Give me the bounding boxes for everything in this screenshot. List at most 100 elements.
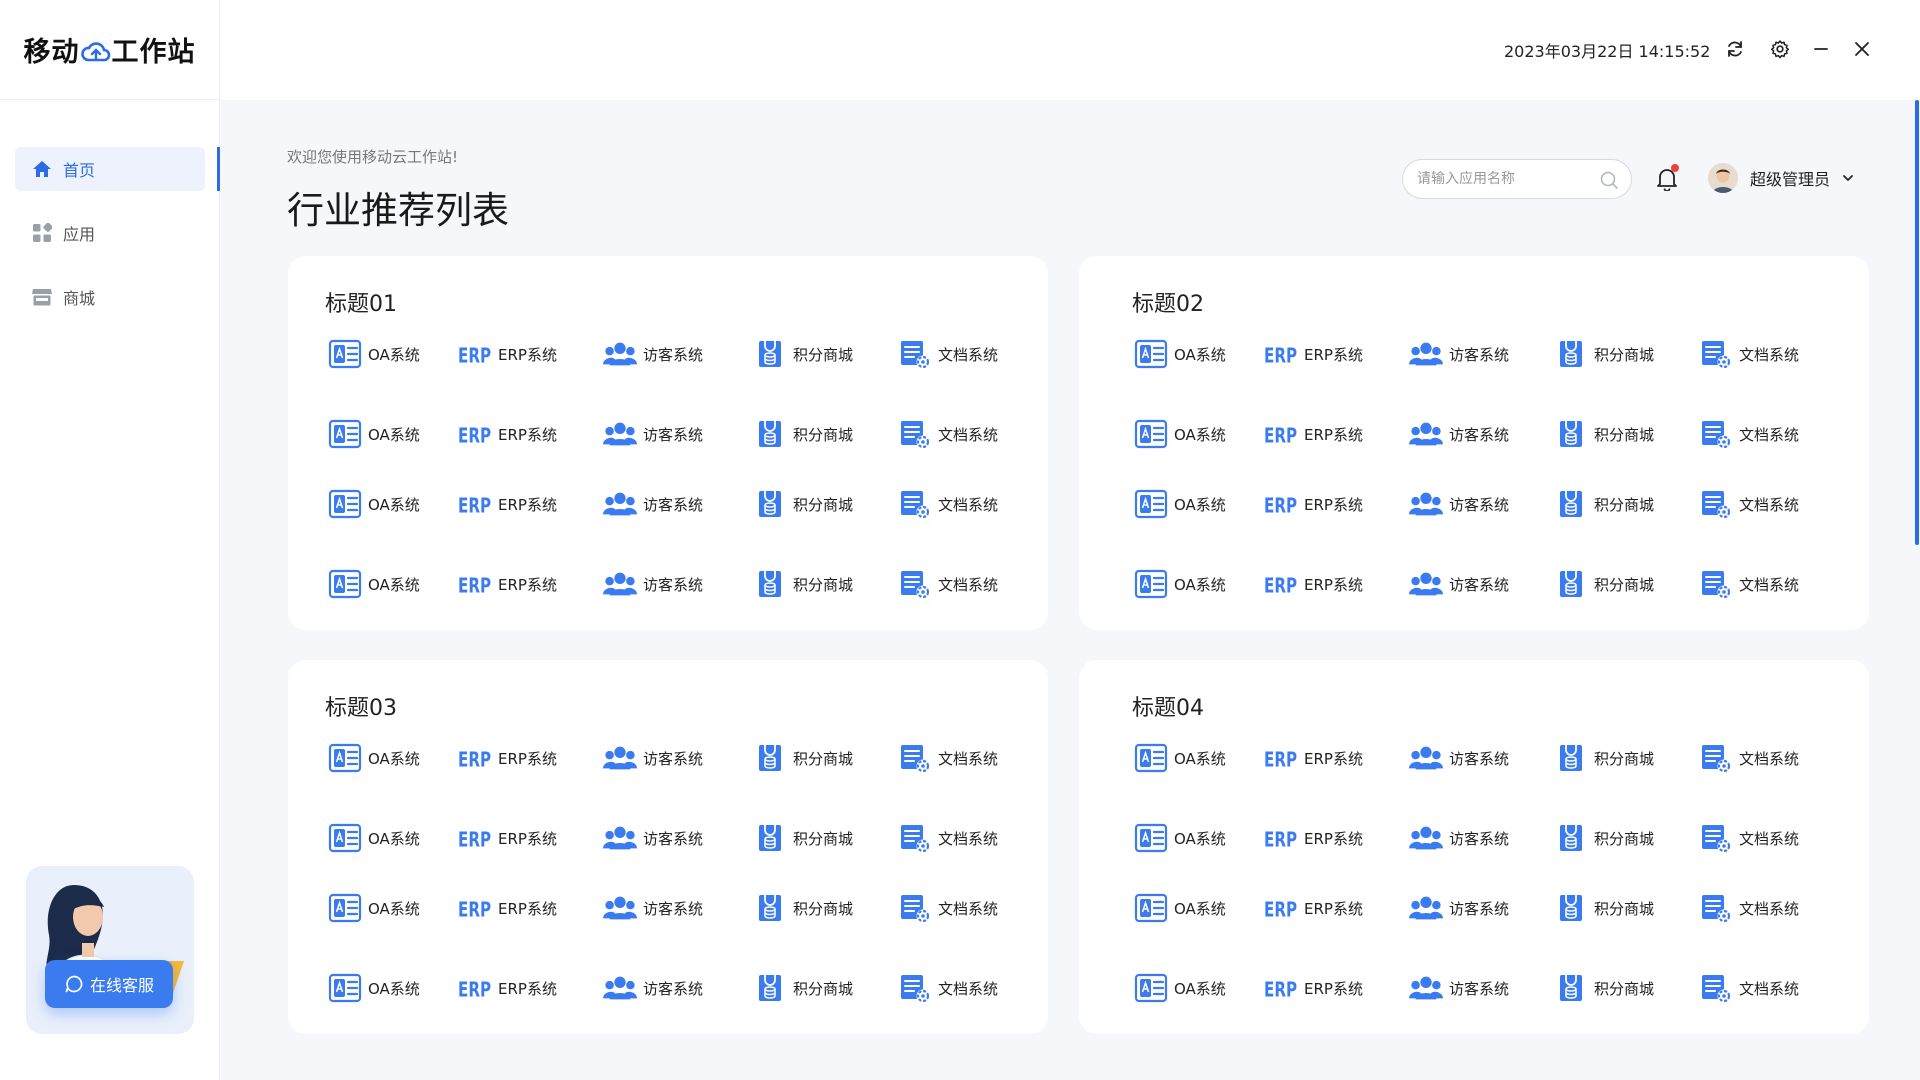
scrollbar[interactable]	[1915, 100, 1919, 545]
app-tile[interactable]: 文档系统	[1699, 337, 1799, 371]
app-tile[interactable]: 积分商城	[753, 821, 853, 855]
app-tile[interactable]: OA系统	[328, 337, 420, 371]
app-tile[interactable]: 积分商城	[753, 417, 853, 451]
app-tile[interactable]: OA系统	[1134, 417, 1226, 451]
app-tile[interactable]: 积分商城	[1554, 567, 1654, 601]
app-tile[interactable]: 访客系统	[1409, 971, 1509, 1005]
app-tile[interactable]: 积分商城	[1554, 487, 1654, 521]
app-tile[interactable]: 访客系统	[603, 741, 703, 775]
app-tile[interactable]: 访客系统	[603, 971, 703, 1005]
app-tile[interactable]: OA系统	[328, 971, 420, 1005]
app-tile[interactable]: 文档系统	[898, 567, 998, 601]
app-label: 积分商城	[1594, 979, 1655, 998]
minimize-button[interactable]	[1808, 36, 1834, 62]
app-tile[interactable]: OA系统	[328, 567, 420, 601]
app-tile[interactable]: OA系统	[1134, 821, 1226, 855]
app-tile[interactable]: 访客系统	[603, 417, 703, 451]
app-tile[interactable]: 积分商城	[753, 741, 853, 775]
app-tile[interactable]: 积分商城	[1554, 337, 1654, 371]
app-tile[interactable]: OA系统	[328, 821, 420, 855]
app-tile[interactable]: 访客系统	[603, 821, 703, 855]
app-tile[interactable]: ERP ERP系统	[458, 487, 557, 521]
app-tile[interactable]: ERP ERP系统	[1264, 487, 1363, 521]
refresh-button[interactable]	[1722, 36, 1748, 62]
app-tile[interactable]: 访客系统	[603, 337, 703, 371]
close-button[interactable]	[1849, 36, 1875, 62]
card-title: 标题01	[325, 292, 397, 317]
app-tile[interactable]: OA系统	[328, 891, 420, 925]
app-tile[interactable]: ERP ERP系统	[1264, 417, 1363, 451]
app-tile[interactable]: 文档系统	[1699, 741, 1799, 775]
app-tile[interactable]: ERP ERP系统	[1264, 741, 1363, 775]
app-tile[interactable]: 文档系统	[898, 971, 998, 1005]
app-tile[interactable]: ERP ERP系统	[458, 741, 557, 775]
app-tile[interactable]: 文档系统	[898, 487, 998, 521]
app-tile[interactable]: 积分商城	[1554, 741, 1654, 775]
app-tile[interactable]: 文档系统	[1699, 891, 1799, 925]
app-tile[interactable]: OA系统	[1134, 741, 1226, 775]
sidebar-item-home[interactable]: 首页	[15, 147, 205, 191]
app-tile[interactable]: ERP ERP系统	[458, 821, 557, 855]
app-tile[interactable]: ERP ERP系统	[458, 567, 557, 601]
app-tile[interactable]: 积分商城	[1554, 971, 1654, 1005]
app-tile[interactable]: 积分商城	[1554, 891, 1654, 925]
app-tile[interactable]: 积分商城	[753, 971, 853, 1005]
app-tile[interactable]: OA系统	[328, 741, 420, 775]
app-tile[interactable]: OA系统	[1134, 891, 1226, 925]
app-tile[interactable]: ERP ERP系统	[1264, 337, 1363, 371]
online-service-button[interactable]: 在线客服	[45, 960, 173, 1008]
app-tile[interactable]: OA系统	[328, 417, 420, 451]
app-tile[interactable]: 文档系统	[898, 337, 998, 371]
app-search-box[interactable]	[1402, 159, 1632, 199]
app-tile[interactable]: 积分商城	[753, 567, 853, 601]
app-tile[interactable]: ERP ERP系统	[458, 971, 557, 1005]
app-tile[interactable]: 文档系统	[898, 417, 998, 451]
app-tile[interactable]: 积分商城	[1554, 821, 1654, 855]
app-tile[interactable]: OA系统	[1134, 971, 1226, 1005]
app-tile[interactable]: OA系统	[1134, 487, 1226, 521]
app-tile[interactable]: 积分商城	[1554, 417, 1654, 451]
app-tile[interactable]: 文档系统	[1699, 821, 1799, 855]
app-tile[interactable]: 文档系统	[1699, 417, 1799, 451]
app-tile[interactable]: 访客系统	[1409, 487, 1509, 521]
app-tile[interactable]: ERP ERP系统	[1264, 971, 1363, 1005]
notification-button[interactable]	[1652, 164, 1682, 194]
app-tile[interactable]: 访客系统	[603, 487, 703, 521]
app-tile[interactable]: ERP ERP系统	[1264, 891, 1363, 925]
app-tile[interactable]: 访客系统	[1409, 741, 1509, 775]
app-tile[interactable]: ERP ERP系统	[1264, 821, 1363, 855]
app-tile[interactable]: 文档系统	[1699, 971, 1799, 1005]
erp-icon: ERP	[458, 741, 492, 775]
settings-button[interactable]	[1767, 36, 1793, 62]
app-tile[interactable]: 访客系统	[603, 891, 703, 925]
app-tile[interactable]: OA系统	[1134, 567, 1226, 601]
search-input[interactable]	[1417, 171, 1597, 187]
app-tile[interactable]: 文档系统	[1699, 567, 1799, 601]
app-tile[interactable]: ERP ERP系统	[1264, 567, 1363, 601]
user-menu[interactable]: 超级管理员	[1708, 160, 1854, 196]
app-tile[interactable]: 文档系统	[898, 741, 998, 775]
app-tile[interactable]: 文档系统	[898, 821, 998, 855]
app-tile[interactable]: ERP ERP系统	[458, 417, 557, 451]
app-label: OA系统	[1174, 425, 1226, 444]
app-label: 访客系统	[643, 495, 704, 514]
app-tile[interactable]: 访客系统	[603, 567, 703, 601]
app-tile[interactable]: ERP ERP系统	[458, 337, 557, 371]
app-tile[interactable]: 积分商城	[753, 487, 853, 521]
app-tile[interactable]: 积分商城	[753, 337, 853, 371]
sidebar-item-store[interactable]: 商城	[15, 275, 205, 319]
app-tile[interactable]: OA系统	[1134, 337, 1226, 371]
app-tile[interactable]: 访客系统	[1409, 567, 1509, 601]
app-tile[interactable]: OA系统	[328, 487, 420, 521]
app-tile[interactable]: 访客系统	[1409, 821, 1509, 855]
app-tile[interactable]: 访客系统	[1409, 891, 1509, 925]
app-tile[interactable]: 访客系统	[1409, 337, 1509, 371]
app-label: 积分商城	[1594, 899, 1655, 918]
app-tile[interactable]: 访客系统	[1409, 417, 1509, 451]
sidebar-item-apps[interactable]: 应用	[15, 211, 205, 255]
app-tile[interactable]: 文档系统	[898, 891, 998, 925]
app-tile[interactable]: 积分商城	[753, 891, 853, 925]
app-tile[interactable]: 文档系统	[1699, 487, 1799, 521]
app-tile[interactable]: ERP ERP系统	[458, 891, 557, 925]
search-icon[interactable]	[1599, 170, 1619, 194]
